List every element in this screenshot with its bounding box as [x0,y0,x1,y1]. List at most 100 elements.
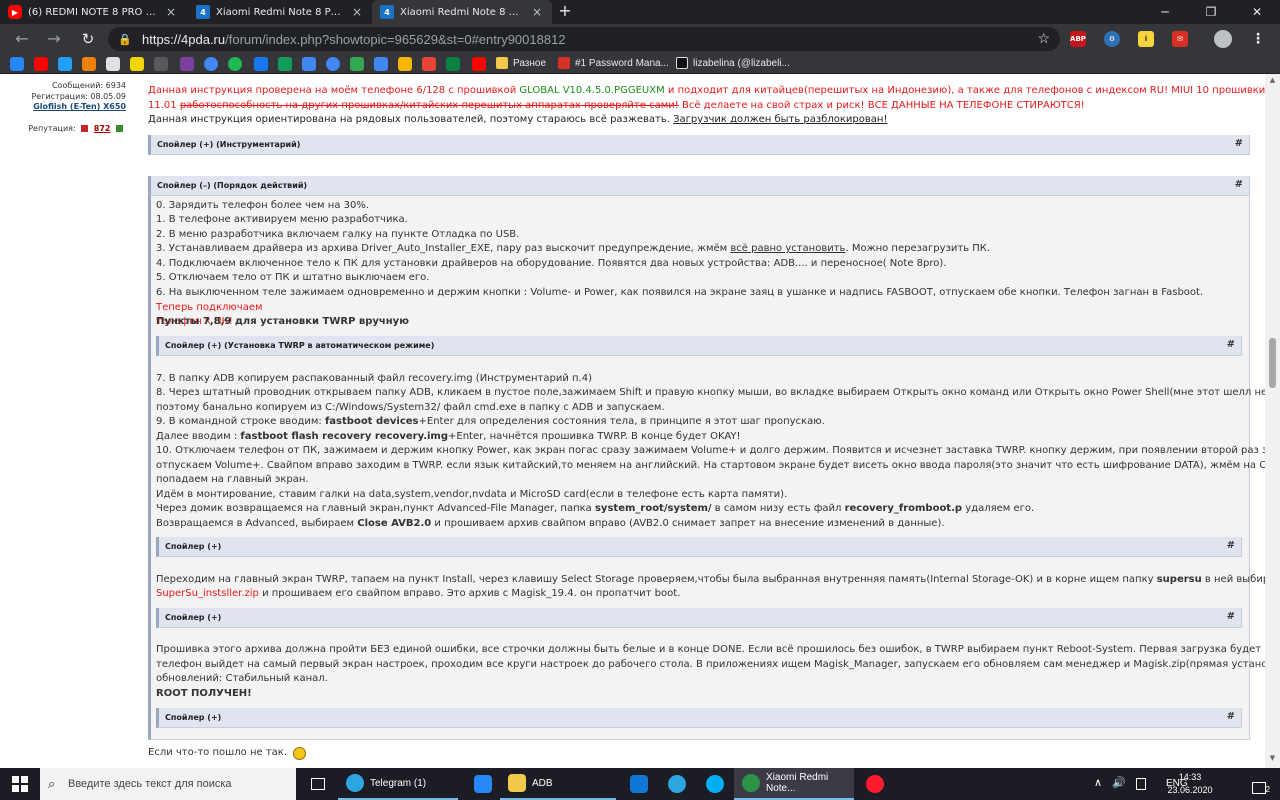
hash-link[interactable]: # [1227,339,1235,350]
spoiler-install[interactable]: Спойлер (+) # [156,537,1242,557]
new-tab-button[interactable]: + [556,2,574,20]
keep-icon[interactable] [398,57,412,71]
clock[interactable]: 14:33 23.06.2020 [1160,771,1220,797]
taskbar-browser[interactable]: Xiaomi Redmi Note... [734,768,854,800]
user-device-link[interactable]: Glofiish (E-Ten) X650 [33,102,126,111]
spotify-icon[interactable] [228,57,242,71]
step-text: 3. Устанавливаем драйвера из архива Driv… [156,243,731,254]
hash-link[interactable]: # [1235,138,1243,149]
hash-link[interactable]: # [1227,611,1235,622]
profile-avatar[interactable] [1214,30,1232,48]
app-icon[interactable] [106,57,120,71]
reputation-value[interactable]: 872 [94,124,111,133]
photos-icon[interactable] [422,57,436,71]
maps-icon[interactable] [350,57,364,71]
close-icon[interactable]: × [350,5,364,19]
scroll-down-icon[interactable]: ▼ [1265,754,1280,766]
step-4: 4. Подключаем включенное тело к ПК для у… [156,258,947,269]
bookmark-password-label: #1 Password Mana... [575,57,669,69]
sheets-icon[interactable] [446,57,460,71]
forward-button[interactable]: → [44,29,64,49]
mail-extension-icon[interactable]: ✉ [1172,31,1188,47]
youtube-icon[interactable] [34,57,48,71]
address-bar[interactable]: 🔒 https://4pda.ru /forum/index.php?showt… [108,27,1060,51]
tab-4pda-active[interactable]: 4 Xiaomi Redmi Note 8 Pro - Прош × [372,0,552,24]
google-icon[interactable] [204,57,218,71]
close-icon[interactable]: × [530,5,544,19]
step-text: Возвращаемся в Advanced, выбираем [156,518,358,529]
root-result: ROOT ПОЛУЧЕН! [156,688,252,699]
notification-count: 2 [1265,785,1270,794]
menu-icon[interactable]: ⋮ [1250,31,1266,47]
tab-4pda-1[interactable]: 4 Xiaomi Redmi Note 8 Pro - Прош × [188,0,372,24]
step-1: 1. В телефоне активируем меню разработчи… [156,214,408,225]
youtube-icon[interactable] [472,57,486,71]
taskbar-opera[interactable] [860,768,890,800]
hash-link[interactable]: # [1235,179,1243,190]
taskbar-skype[interactable] [700,768,730,800]
tiktok-icon[interactable] [154,57,168,71]
spoiler-extra[interactable]: Спойлер (+) # [156,708,1242,728]
window-close-button[interactable]: ✕ [1234,0,1280,24]
bookmark-star-icon[interactable]: ☆ [1037,30,1050,47]
bookmark-folder[interactable]: Разное [496,57,546,69]
vk-icon [474,775,492,793]
taskbar-search[interactable]: ⌕ Введите здесь текст для поиска [40,768,296,800]
vertical-scrollbar[interactable]: ▲ ▼ [1265,74,1280,768]
spoiler-title: Спойлер (+) [165,542,222,551]
gear-extension-icon[interactable]: ⚙ [1104,31,1120,47]
bookmark-password[interactable]: #1 Password Mana... [558,57,669,69]
mail-icon [630,775,648,793]
install-line-2: SuperSu_instsller.zip и прошиваем его св… [156,587,680,602]
trouble-text: Если что-то пошло не так. [148,747,288,758]
rep-plus-icon[interactable] [116,125,123,132]
spoiler-tools[interactable]: Спойлер (+) (Инструментарий) # [148,135,1250,155]
taskbar-adb-folder[interactable]: ADB [500,768,616,800]
note-icon[interactable] [130,57,144,71]
adblock-icon[interactable]: ABP [1070,31,1086,47]
facebook-icon[interactable] [254,57,268,71]
step-8a: 8. Через штатный проводник открываем пап… [156,387,1265,398]
network-icon[interactable] [1136,778,1146,790]
rep-minus-icon[interactable] [81,125,89,132]
minimize-button[interactable]: ─ [1142,0,1188,24]
translate-icon[interactable] [374,57,388,71]
flash-line-1: Прошивка этого архива должна пройти БЕЗ … [156,644,1265,655]
spoiler-flash[interactable]: Спойлер (+) # [156,608,1242,628]
vk-icon[interactable] [10,57,24,71]
contacts-icon[interactable] [302,57,316,71]
intro-line-1: Данная инструкция проверена на моём теле… [148,84,1265,99]
hash-link[interactable]: # [1227,540,1235,551]
step-10a: 10. Отключаем телефон от ПК, зажимаем и … [156,445,1265,456]
note-extension-icon[interactable]: i [1138,31,1154,47]
taskbar-vk[interactable] [468,768,498,800]
tab-youtube[interactable]: ▶ (6) REDMI NOTE 8 PRO | КАК × [0,0,186,24]
app-icon[interactable] [180,57,194,71]
step-text: Через домик возвращаемся на главный экра… [156,503,595,514]
twrp-manual-title: Пункты 7,8,9 для установки TWRP вручную [156,316,409,327]
scroll-up-icon[interactable]: ▲ [1265,76,1280,88]
back-button[interactable]: ← [12,29,32,49]
step-2: 2. В меню разработчика включаем галку на… [156,229,520,240]
twitter-icon[interactable] [58,57,72,71]
ok-icon[interactable] [82,57,96,71]
tray-chevron-icon[interactable]: ∧ [1094,776,1102,789]
task-view-button[interactable] [306,768,330,800]
scrollbar-thumb[interactable] [1269,338,1276,388]
hash-link[interactable]: # [1227,711,1235,722]
restore-button[interactable]: ❐ [1188,0,1234,24]
notification-center[interactable]: 2 [1248,774,1270,794]
taskbar-telegram[interactable]: Telegram (1) [338,768,458,800]
spoiler-twrp-auto[interactable]: Спойлер (+) (Установка TWRP в автоматиче… [156,336,1242,356]
reload-button[interactable]: ↻ [78,29,98,49]
bookmarks-bar: Разное #1 Password Mana... lizabelina (@… [0,54,1280,74]
volume-icon[interactable]: 🔊 [1112,776,1126,789]
close-icon[interactable]: × [164,5,178,19]
bookmark-tiktok[interactable]: lizabelina (@lizabeli... [676,57,790,69]
taskbar-mail[interactable] [624,768,654,800]
spoiler-steps[interactable]: Спойлер (–) (Порядок действий) # [148,176,1250,196]
taskbar-telegram-pinned[interactable] [662,768,692,800]
drive-icon[interactable] [278,57,292,71]
google-icon[interactable] [326,57,340,71]
start-button[interactable] [0,768,40,800]
